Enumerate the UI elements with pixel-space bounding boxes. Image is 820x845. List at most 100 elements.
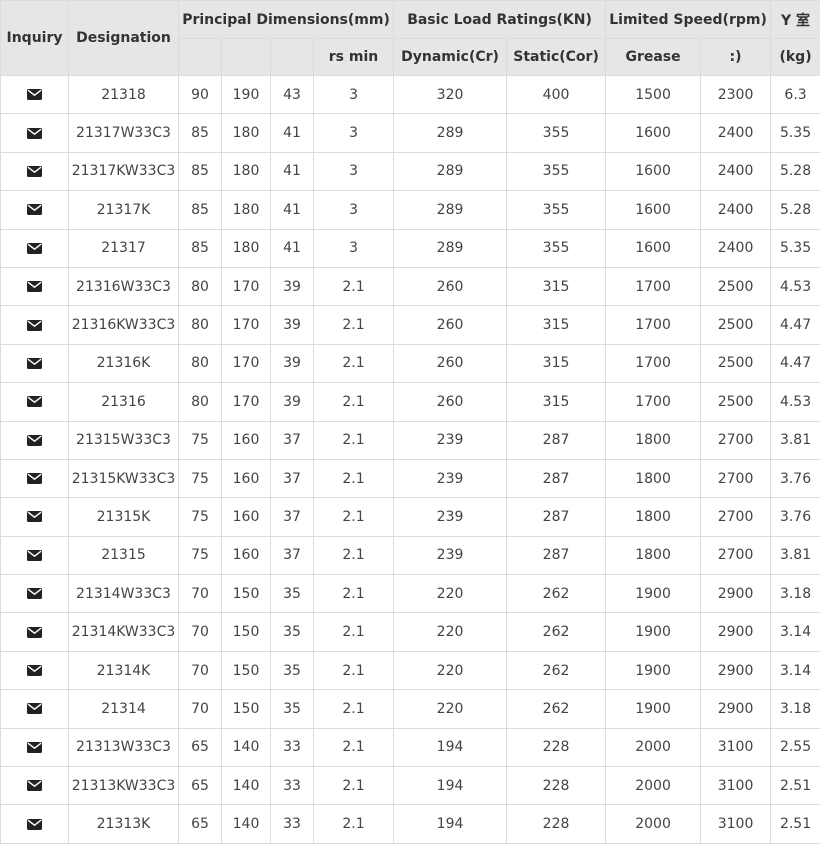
cell-weight: 3.81 — [770, 420, 820, 460]
cell-dim-b: 37 — [270, 497, 314, 537]
cell-dim-big-d: 180 — [221, 228, 271, 268]
cell-oil: 2500 — [700, 266, 772, 307]
table-row: 21316KW33C3 80 170 39 2.1 260 315 1700 2500 4.47 — [0, 305, 820, 345]
cell-dim-big-d: 140 — [221, 766, 271, 806]
envelope-icon[interactable] — [27, 281, 42, 293]
cell-grease: 1600 — [605, 113, 702, 153]
cell-weight: 2.51 — [770, 804, 820, 844]
cell-grease: 1900 — [605, 574, 702, 614]
cell-grease: 1700 — [605, 382, 702, 422]
cell-rs-min: 2.1 — [312, 650, 395, 691]
cell-grease: 1800 — [605, 535, 702, 576]
cell-weight: 5.28 — [770, 190, 820, 230]
header-designation: Designation — [68, 0, 179, 76]
cell-dim-big-d: 170 — [221, 382, 271, 422]
envelope-icon[interactable] — [27, 204, 42, 216]
cell-static: 228 — [506, 766, 607, 806]
table-row: 21313W33C3 65 140 33 2.1 194 228 2000 3100 2.55 — [0, 727, 820, 768]
cell-dim-big-d: 180 — [221, 190, 271, 230]
envelope-icon[interactable] — [27, 242, 42, 254]
inquiry-cell — [0, 343, 69, 384]
envelope-icon[interactable] — [27, 434, 42, 446]
envelope-icon[interactable] — [27, 396, 42, 408]
envelope-icon[interactable] — [27, 511, 42, 523]
cell-dim-b: 35 — [270, 574, 314, 614]
cell-dim-d: 65 — [178, 766, 222, 806]
cell-designation: 21315W33C3 — [68, 420, 179, 460]
cell-dim-b: 41 — [270, 113, 314, 153]
cell-grease: 2000 — [605, 804, 702, 844]
cell-designation: 21316 — [68, 382, 179, 422]
cell-static: 228 — [506, 804, 607, 844]
cell-grease: 1800 — [605, 420, 702, 460]
table-row: 21316K 80 170 39 2.1 260 315 1700 2500 4.47 — [0, 343, 820, 384]
cell-designation: 21317W33C3 — [68, 113, 179, 153]
cell-grease: 1700 — [605, 343, 702, 384]
cell-designation: 21315K — [68, 497, 179, 537]
cell-dim-b: 35 — [270, 612, 314, 652]
envelope-icon[interactable] — [27, 127, 42, 139]
cell-weight: 3.76 — [770, 458, 820, 499]
cell-oil: 3100 — [700, 727, 772, 768]
inquiry-cell — [0, 766, 69, 806]
inquiry-cell — [0, 266, 69, 307]
envelope-icon[interactable] — [27, 626, 42, 638]
cell-dim-d: 90 — [178, 74, 222, 115]
envelope-icon[interactable] — [27, 818, 42, 830]
cell-designation: 21314K — [68, 650, 179, 691]
cell-static: 287 — [506, 458, 607, 499]
cell-oil: 2400 — [700, 113, 772, 153]
cell-dim-big-d: 150 — [221, 689, 271, 729]
table-row: 21314KW33C3 70 150 35 2.1 220 262 1900 2900 3.14 — [0, 612, 820, 652]
cell-dim-d: 65 — [178, 804, 222, 844]
cell-weight: 5.35 — [770, 228, 820, 268]
cell-dim-big-d: 140 — [221, 804, 271, 844]
cell-weight: 3.14 — [770, 650, 820, 691]
cell-oil: 2400 — [700, 190, 772, 230]
envelope-icon[interactable] — [27, 703, 42, 715]
cell-static: 315 — [506, 382, 607, 422]
cell-oil: 3100 — [700, 766, 772, 806]
cell-dim-big-d: 160 — [221, 458, 271, 499]
cell-dynamic: 220 — [393, 612, 508, 652]
envelope-icon[interactable] — [27, 165, 42, 177]
cell-dim-b: 33 — [270, 727, 314, 768]
cell-dim-big-d: 160 — [221, 497, 271, 537]
table-header: Inquiry Designation Principal Dimensions… — [0, 0, 820, 76]
inquiry-cell — [0, 804, 69, 844]
cell-dim-d: 85 — [178, 190, 222, 230]
envelope-icon[interactable] — [27, 665, 42, 677]
cell-dynamic: 194 — [393, 766, 508, 806]
cell-dim-b: 43 — [270, 74, 314, 115]
cell-grease: 1900 — [605, 612, 702, 652]
envelope-icon[interactable] — [27, 588, 42, 600]
envelope-icon[interactable] — [27, 473, 42, 485]
envelope-icon[interactable] — [27, 319, 42, 331]
cell-rs-min: 2.1 — [312, 497, 395, 537]
cell-dynamic: 194 — [393, 727, 508, 768]
header-oil: :) — [700, 38, 772, 76]
cell-static: 262 — [506, 574, 607, 614]
cell-static: 287 — [506, 497, 607, 537]
cell-dynamic: 239 — [393, 420, 508, 460]
envelope-icon[interactable] — [27, 741, 42, 753]
cell-dynamic: 239 — [393, 497, 508, 537]
cell-dim-d: 75 — [178, 497, 222, 537]
cell-dim-b: 39 — [270, 266, 314, 307]
header-dim-b — [270, 38, 314, 76]
cell-dim-d: 75 — [178, 420, 222, 460]
cell-dynamic: 289 — [393, 151, 508, 192]
cell-grease: 1800 — [605, 458, 702, 499]
envelope-icon[interactable] — [27, 780, 42, 792]
cell-rs-min: 2.1 — [312, 305, 395, 345]
cell-rs-min: 2.1 — [312, 420, 395, 460]
cell-grease: 1800 — [605, 497, 702, 537]
envelope-icon[interactable] — [27, 357, 42, 369]
cell-dynamic: 194 — [393, 804, 508, 844]
cell-dynamic: 260 — [393, 266, 508, 307]
cell-designation: 21315KW33C3 — [68, 458, 179, 499]
envelope-icon[interactable] — [27, 549, 42, 561]
cell-grease: 1700 — [605, 305, 702, 345]
inquiry-cell — [0, 420, 69, 460]
envelope-icon[interactable] — [27, 89, 42, 101]
